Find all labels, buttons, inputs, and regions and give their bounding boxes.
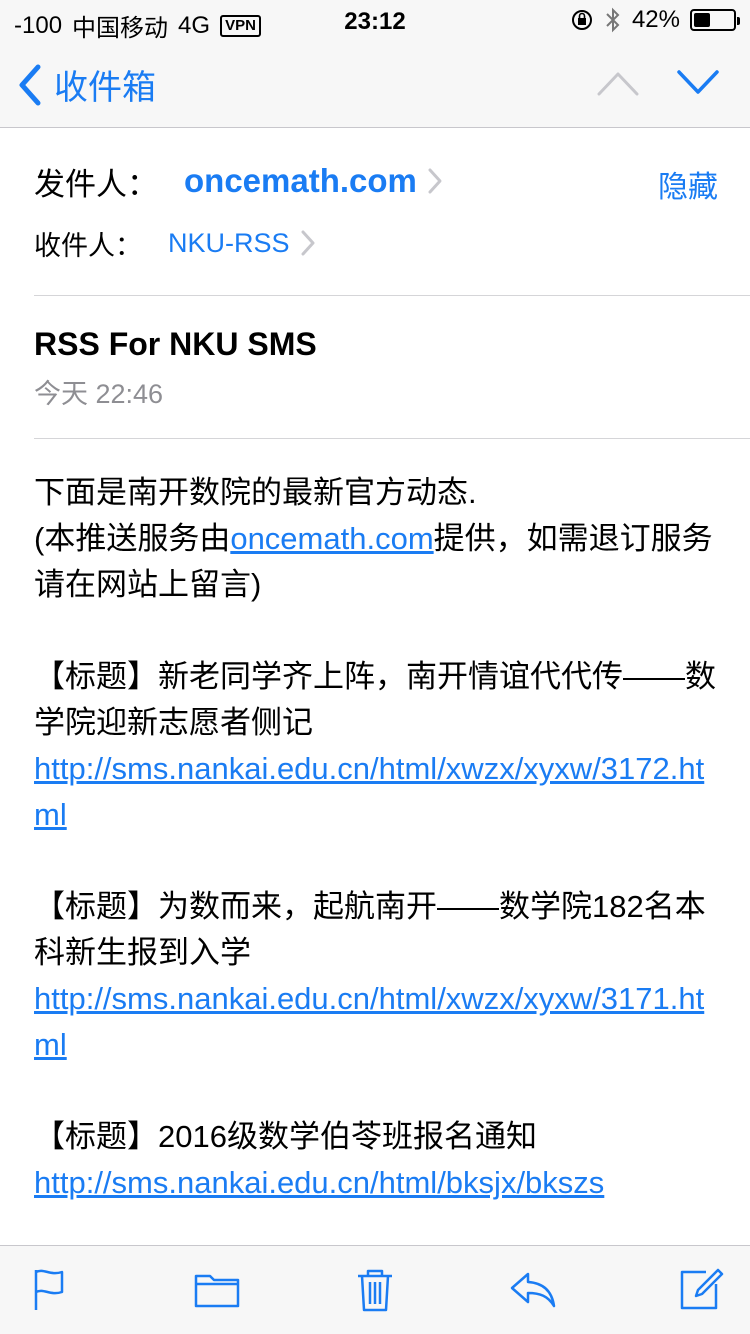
battery-icon <box>690 9 740 31</box>
trash-icon <box>358 1269 392 1312</box>
back-label: 收件箱 <box>54 69 156 107</box>
nav-bar: 收件箱 <box>0 40 750 128</box>
reply-button[interactable] <box>508 1264 558 1314</box>
back-button[interactable]: 收件箱 <box>16 60 156 109</box>
flag-button[interactable] <box>24 1264 74 1314</box>
bottom-toolbar <box>0 1245 750 1334</box>
item-title: 【标题】新老同学齐上阵，南开情谊代代传——数学院迎新志愿者侧记 <box>34 659 716 740</box>
chevron-right-icon <box>428 168 442 194</box>
status-bar: -100 中国移动 4G VPN 23:12 42% <box>0 0 750 42</box>
to-label: 收件人： <box>34 230 142 261</box>
move-folder-button[interactable] <box>192 1264 242 1314</box>
intro-service-note: (本推送服务由oncemath.com提供，如需退订服务请在网站上留言) <box>34 516 724 608</box>
from-row: 发件人： oncemath.com <box>34 150 734 212</box>
flag-icon <box>34 1269 64 1310</box>
folder-icon <box>194 1274 240 1308</box>
chevron-left-icon <box>19 64 41 105</box>
intro-paren-text: (本推送服务由 <box>34 521 231 556</box>
battery-percent: 42% <box>631 6 680 33</box>
chevron-down-icon[interactable] <box>676 68 720 98</box>
chevron-right-icon <box>301 230 315 256</box>
rotation-lock-icon <box>571 10 592 30</box>
message-header: 发件人： oncemath.com 收件人： NKU-RSS 隐藏 <box>34 150 734 274</box>
compose-icon <box>680 1268 724 1310</box>
message-body: 下面是南开数院的最新官方动态. (本推送服务由oncemath.com提供，如需… <box>34 470 724 1206</box>
bluetooth-icon <box>606 7 620 33</box>
reply-icon <box>510 1272 556 1308</box>
message-subject: RSS For NKU SMS <box>34 326 317 362</box>
intro-line: 下面是南开数院的最新官方动态. <box>34 475 477 510</box>
top-bar: -100 中国移动 4G VPN 23:12 42% 收件箱 <box>0 0 750 128</box>
chevron-up-icon[interactable] <box>596 68 640 98</box>
trash-button[interactable] <box>350 1264 400 1314</box>
from-label: 发件人： <box>34 166 158 202</box>
to-row: 收件人： NKU-RSS <box>34 212 734 274</box>
message-date: 今天 22:46 <box>34 379 164 409</box>
hide-button[interactable]: 隐藏 <box>658 162 718 206</box>
compose-button[interactable] <box>676 1264 726 1314</box>
divider <box>34 438 750 439</box>
item-link[interactable]: http://sms.nankai.edu.cn/html/xwzx/xyxw/… <box>34 751 704 832</box>
item-link[interactable]: http://sms.nankai.edu.cn/html/xwzx/xyxw/… <box>34 981 704 1062</box>
recipient-address[interactable]: NKU-RSS <box>168 228 290 259</box>
item-link[interactable]: http://sms.nankai.edu.cn/html/bksjx/bksz… <box>34 1165 604 1200</box>
sender-address[interactable]: oncemath.com <box>184 162 417 200</box>
item-title: 【标题】为数而来，起航南开——数学院182名本科新生报到入学 <box>34 889 706 970</box>
status-right: 42% <box>570 6 740 34</box>
divider <box>34 295 750 296</box>
item-title: 【标题】2016级数学伯苓班报名通知 <box>34 1119 537 1154</box>
intro-link[interactable]: oncemath.com <box>230 521 433 556</box>
